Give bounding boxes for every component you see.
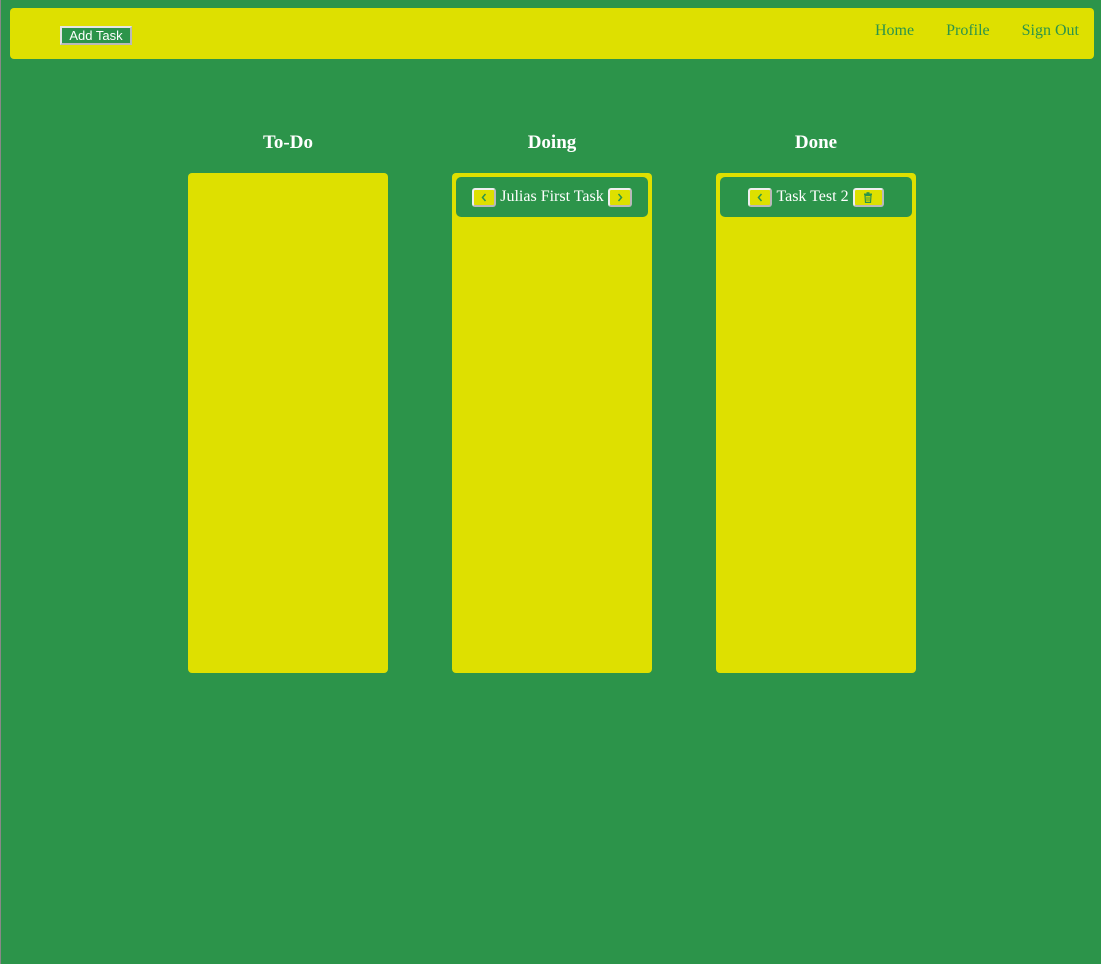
move-left-button[interactable] (748, 187, 773, 207)
nav-link-sign-out[interactable]: Sign Out (1022, 22, 1079, 40)
column-done: Task Test 2 (716, 173, 916, 673)
column-title-done: Done (794, 132, 838, 153)
delete-task-button[interactable] (852, 187, 884, 207)
column-title-doing: Doing (527, 132, 577, 153)
add-task-button[interactable]: Add Task (60, 26, 132, 45)
column-title-todo: To-Do (263, 132, 313, 153)
column-todo (188, 173, 388, 673)
nav-links: Home Profile Sign Out (875, 22, 1079, 40)
chevron-left-icon (480, 193, 488, 202)
task-card: Task Test 2 (720, 177, 912, 217)
nav-link-profile[interactable]: Profile (946, 22, 990, 40)
task-title: Julias First Task (500, 188, 604, 205)
trash-icon (863, 191, 873, 203)
column-doing: Julias First Task (452, 173, 652, 673)
top-navbar: Add Task Home Profile Sign Out (10, 8, 1094, 59)
task-card: Julias First Task (456, 177, 648, 217)
move-left-button[interactable] (472, 187, 497, 207)
chevron-right-icon (616, 193, 624, 202)
move-right-button[interactable] (607, 187, 632, 207)
task-title: Task Test 2 (776, 188, 849, 205)
chevron-left-icon (756, 193, 764, 202)
nav-link-home[interactable]: Home (875, 22, 914, 40)
